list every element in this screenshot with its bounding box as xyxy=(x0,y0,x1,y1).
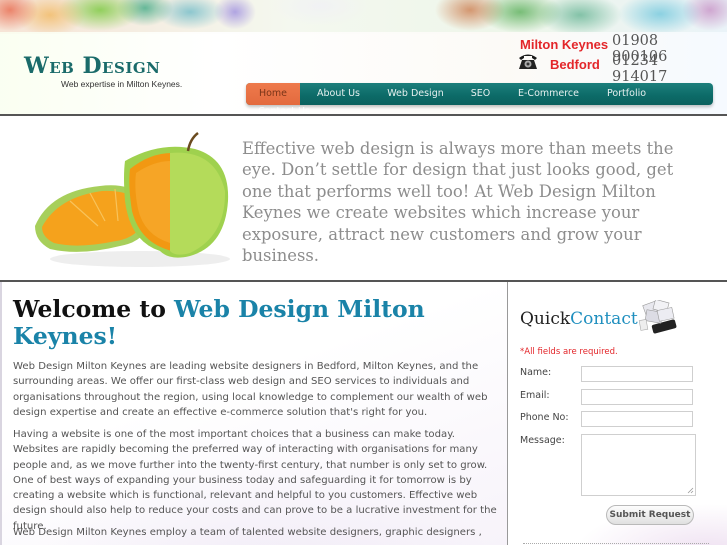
quick-contact-panel: QuickContact *All fields are required. N… xyxy=(507,282,727,545)
logo-tagline: Web expertise in Milton Keynes. xyxy=(61,79,183,89)
resize-grip-icon[interactable] xyxy=(687,487,694,494)
phone-label: Phone No: xyxy=(520,412,569,423)
email-label: Email: xyxy=(520,390,550,401)
required-fields-note: *All fields are required. xyxy=(520,347,618,357)
name-input[interactable] xyxy=(581,366,693,382)
nav-item-seo[interactable]: SEO xyxy=(454,83,507,105)
name-label: Name: xyxy=(520,367,552,378)
quick-contact-title-accent: Contact xyxy=(570,309,638,329)
submit-request-button[interactable]: Submit Request xyxy=(606,505,694,525)
contact-city: Milton Keynes xyxy=(520,37,609,52)
intro-paragraph: Web Design Milton Keynes are leading web… xyxy=(13,361,488,418)
quick-contact-title-prefix: Quick xyxy=(520,309,571,329)
panel-divider xyxy=(523,543,709,544)
message-textarea[interactable] xyxy=(581,434,696,496)
nav-item-web-design[interactable]: Web Design xyxy=(377,83,454,105)
message-label: Message: xyxy=(520,435,565,446)
contact-phone: 01234 914017 xyxy=(612,53,668,85)
body-paragraph: Web Design Milton Keynes employ a team o… xyxy=(13,527,482,538)
contact-bedford: Bedford xyxy=(550,54,600,73)
contact-cards-icon xyxy=(638,300,677,334)
email-input[interactable] xyxy=(581,389,693,405)
main-nav: Home About Us Web Design SEO E-Commerce … xyxy=(246,83,713,105)
hero-banner: Effective web design is always more than… xyxy=(0,116,727,280)
header-banner-smoke xyxy=(0,0,727,34)
logo-title: Web Design xyxy=(24,53,161,79)
nav-item-home[interactable]: Home xyxy=(246,83,300,105)
hero-tagline: Effective web design is always more than… xyxy=(242,139,674,266)
nav-item-about-us[interactable]: About Us xyxy=(300,83,377,105)
body-paragraph: Having a website is one of the most impo… xyxy=(13,429,497,532)
quick-contact-title: QuickContact xyxy=(520,309,638,329)
apple-orange-image xyxy=(35,132,230,267)
welcome-heading-prefix: Welcome to xyxy=(13,295,175,323)
site-logo[interactable]: Web Design Web expertise in Milton Keyne… xyxy=(24,54,182,89)
contact-city: Bedford xyxy=(550,57,600,72)
nav-item-e-commerce[interactable]: E-Commerce xyxy=(507,83,590,105)
phone-input[interactable] xyxy=(581,411,693,427)
welcome-heading: Welcome to Web Design Milton Keynes! xyxy=(13,296,483,350)
telephone-icon xyxy=(519,54,537,69)
main-content: Welcome to Web Design Milton Keynes! Web… xyxy=(0,282,507,545)
nav-item-portfolio[interactable]: Portfolio xyxy=(590,83,663,105)
